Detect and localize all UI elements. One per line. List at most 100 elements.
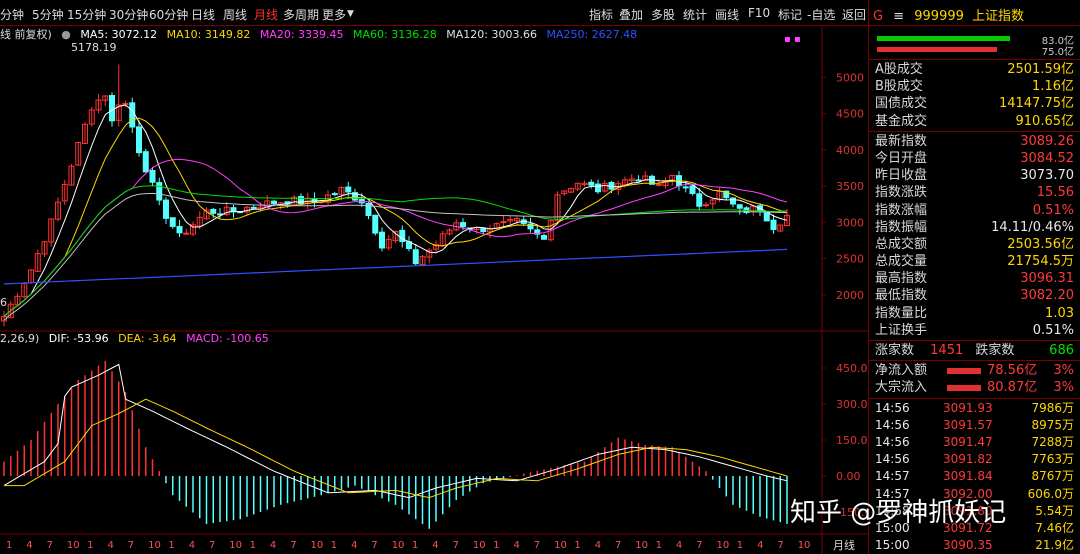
tick-price: 3091.84	[943, 469, 993, 484]
period-tab-9[interactable]: 更多	[322, 6, 346, 23]
tick-time: 14:56	[875, 452, 910, 467]
price-axis-label: 2500	[836, 253, 864, 266]
tool-button-0[interactable]: 指标	[589, 6, 613, 23]
low-price-label: 6	[0, 296, 7, 309]
volume-row: A股成交 2501.59亿	[869, 61, 1080, 78]
flow-value: 78.56亿	[987, 363, 1038, 379]
candle-down	[169, 217, 176, 227]
strength-bar	[877, 36, 1010, 41]
x-axis-label: 7	[777, 540, 783, 551]
x-axis-label: 10	[311, 540, 324, 551]
volume-row: 基金成交 910.65亿	[869, 113, 1080, 130]
tool-button-2[interactable]: 多股	[651, 6, 675, 23]
period-tab-4[interactable]: 60分钟	[149, 6, 188, 23]
index-value: 3082.20	[1020, 288, 1074, 304]
index-label: 最低指数	[875, 288, 928, 304]
volume-label: 基金成交	[875, 113, 928, 129]
candle-down	[149, 169, 156, 183]
period-tab-1[interactable]: 5分钟	[32, 6, 64, 23]
tool-button-7[interactable]: -自选	[807, 6, 835, 23]
kline-chart[interactable]: 5000 4500 4000 3500 3000 2500 2000 ▪ ▪ 450.0 300.…	[0, 26, 868, 554]
tick-volume: 606.0万	[1027, 486, 1074, 501]
candle-down	[595, 183, 601, 193]
ma-legend: 线 前复权) ● MA5: 3072.12 MA10: 3149.82 MA20…	[0, 26, 643, 41]
candle-down	[156, 182, 163, 201]
flow-pct: 3%	[1053, 363, 1074, 379]
tick-price: 3090.35	[943, 538, 993, 553]
tick-volume: 21.9亿	[1035, 538, 1074, 553]
x-axis-label: 1	[737, 540, 743, 551]
ma250-label: MA250: 2627.48	[546, 28, 638, 41]
candle-up	[183, 232, 190, 235]
x-axis-label: 7	[128, 540, 134, 551]
candle-down	[129, 102, 136, 128]
macd-axis-label: 150.0	[836, 434, 868, 447]
period-tab-0[interactable]: 分钟	[0, 6, 24, 23]
index-value: 2503.56亿	[1007, 236, 1074, 252]
candle-down	[163, 199, 169, 219]
index-value: 1.03	[1045, 305, 1074, 321]
ma120-line	[3, 192, 788, 321]
tick-volume: 5.54万	[1035, 503, 1074, 518]
period-tab-7[interactable]: 月线	[254, 6, 278, 23]
x-axis-label: 10	[635, 540, 648, 551]
x-axis-label: 1	[168, 540, 174, 551]
ma120-label: MA120: 3003.66	[446, 28, 537, 41]
period-tab-8[interactable]: 多周期	[283, 6, 319, 23]
flow-label: 大宗流入	[875, 380, 928, 396]
tick-time: 14:56	[875, 434, 910, 449]
period-tab-5[interactable]: 日线	[191, 6, 215, 23]
index-value: 0.51%	[1032, 202, 1074, 218]
more-caret-icon[interactable]: ▼	[347, 9, 354, 19]
menu-icon[interactable]: ≡	[893, 9, 904, 24]
x-axis-label: 7	[371, 540, 377, 551]
index-value: 3089.26	[1020, 133, 1074, 149]
period-tab-2[interactable]: 15分钟	[67, 6, 106, 23]
panel-header: G ≡ 999999 上证指数	[869, 0, 1080, 26]
index-label: 上证换手	[875, 322, 928, 338]
tool-button-4[interactable]: 画线	[715, 6, 739, 23]
kline-chart-canvas[interactable]: 5000 4500 4000 3500 3000 2500 2000 ▪ ▪ 450.0 300.…	[0, 26, 868, 554]
tool-button-8[interactable]: 返回	[842, 6, 866, 23]
up-count-label: 涨家数	[875, 343, 915, 358]
group-icon[interactable]: G	[873, 9, 883, 24]
tick-list[interactable]: 14:56 3091.93 7986万 14:56 3091.57 8975万 14:56 3…	[869, 397, 1080, 554]
strength-bars: 83.0亿 75.0亿	[869, 26, 1080, 59]
candle-down	[250, 206, 257, 209]
security-code: 999999	[914, 9, 964, 24]
period-tab-3[interactable]: 30分钟	[109, 6, 148, 23]
index-row: 总成交量 21754.5万	[869, 253, 1080, 270]
quote-panel: G ≡ 999999 上证指数 83.0亿 75.0亿 A股成交 2501.59亿 B…	[868, 0, 1080, 554]
tick-price: 3091.82	[943, 452, 993, 467]
volume-label: 国债成交	[875, 96, 928, 112]
candle-down	[379, 231, 385, 249]
tick-volume: 7986万	[1031, 400, 1074, 415]
dea-label: DEA: -3.64	[118, 332, 177, 345]
index-row: 指数振幅 14.11/0.46%	[869, 219, 1080, 236]
price-legend-prefix: 线 前复权)	[0, 28, 52, 41]
tool-button-6[interactable]: 标记	[778, 6, 802, 23]
flow-bar	[947, 368, 981, 375]
period-tab-6[interactable]: 周线	[223, 6, 247, 23]
tool-button-3[interactable]: 统计	[683, 6, 707, 23]
index-section: 最新指数 3089.26 今日开盘 3084.52 昨日收盘 3073.70 指数涨跌 15.…	[869, 130, 1080, 340]
index-value: 14.11/0.46%	[991, 219, 1074, 235]
index-value: 3073.70	[1020, 168, 1074, 184]
candle-down	[412, 249, 419, 265]
volume-row: B股成交 1.16亿	[869, 78, 1080, 95]
index-label: 指数振幅	[875, 219, 928, 235]
candle-down	[682, 186, 689, 189]
tick-row: 14:56 3091.47 7288万	[869, 434, 1080, 451]
x-axis-label: 4	[26, 540, 32, 551]
tool-button-1[interactable]: 叠加	[619, 6, 643, 23]
candle-down	[109, 95, 115, 122]
tool-button-5[interactable]: F10	[748, 6, 770, 20]
candle-down	[136, 126, 142, 154]
x-axis-label: 1	[493, 540, 499, 551]
index-value: 15.56	[1036, 185, 1074, 201]
index-label: 今日开盘	[875, 150, 928, 166]
x-axis-label: 1	[250, 540, 256, 551]
tick-volume: 7763万	[1031, 452, 1074, 467]
tick-volume: 8975万	[1031, 417, 1074, 432]
price-axis-label: 4500	[836, 108, 864, 121]
